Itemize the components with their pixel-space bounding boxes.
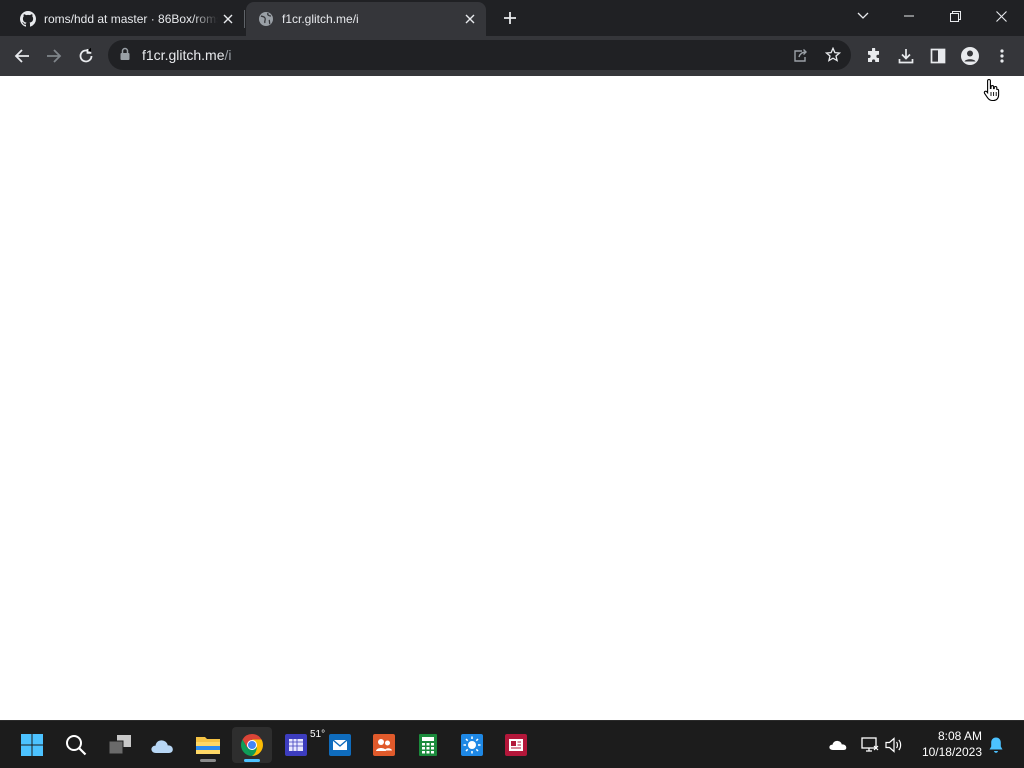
plus-icon bbox=[504, 12, 516, 24]
minimize-icon bbox=[904, 15, 914, 17]
people-button[interactable] bbox=[364, 727, 404, 763]
start-icon bbox=[21, 734, 43, 756]
page-content[interactable] bbox=[0, 76, 1024, 720]
close-window-button[interactable] bbox=[978, 0, 1024, 32]
avatar-icon bbox=[961, 47, 979, 65]
back-arrow-icon bbox=[14, 49, 29, 63]
tab-title: roms/hdd at master · 86Box/roms bbox=[44, 12, 218, 26]
share-button[interactable] bbox=[789, 44, 813, 66]
tab-github[interactable]: roms/hdd at master · 86Box/roms bbox=[8, 2, 244, 36]
taskbar-clock[interactable]: 8:08 AM 10/18/2023 bbox=[910, 728, 982, 760]
chrome-button[interactable] bbox=[232, 727, 272, 763]
task-view-button[interactable] bbox=[100, 727, 140, 763]
tab-search-button[interactable] bbox=[840, 0, 886, 32]
search-button[interactable] bbox=[56, 727, 96, 763]
clock-time: 8:08 AM bbox=[937, 729, 982, 743]
address-bar[interactable]: f1cr.glitch.me/i bbox=[108, 40, 851, 70]
url-host: f1cr.glitch.me bbox=[142, 47, 225, 63]
search-icon bbox=[66, 735, 87, 756]
url-path: /i bbox=[224, 47, 232, 63]
star-icon bbox=[825, 47, 841, 62]
reload-button[interactable] bbox=[70, 40, 102, 72]
news-button[interactable] bbox=[496, 727, 536, 763]
bookmark-button[interactable] bbox=[821, 44, 845, 66]
volume-icon[interactable] bbox=[882, 733, 906, 757]
forward-button[interactable] bbox=[38, 40, 70, 72]
calendar-app-icon bbox=[285, 734, 307, 756]
restore-button[interactable] bbox=[932, 0, 978, 32]
calendar-button[interactable] bbox=[276, 727, 316, 763]
side-panel-button[interactable] bbox=[922, 40, 954, 72]
tab-strip: roms/hdd at master · 86Box/roms f1cr.gli… bbox=[0, 0, 1024, 36]
kebab-menu-icon bbox=[1000, 49, 1004, 63]
people-icon bbox=[373, 734, 395, 756]
network-icon[interactable] bbox=[858, 733, 882, 757]
tab-separator bbox=[244, 10, 245, 28]
news-icon bbox=[505, 734, 527, 756]
weather-app-icon bbox=[461, 734, 483, 756]
extensions-button[interactable] bbox=[858, 40, 890, 72]
onedrive-icon[interactable] bbox=[826, 733, 850, 757]
chrome-icon bbox=[241, 734, 263, 756]
github-icon bbox=[20, 11, 36, 27]
weather-icon bbox=[151, 740, 173, 753]
mail-icon bbox=[329, 734, 351, 756]
running-indicator bbox=[200, 759, 216, 762]
profile-button[interactable] bbox=[954, 40, 986, 72]
menu-button[interactable] bbox=[986, 40, 1018, 72]
hand-cursor-icon bbox=[983, 78, 1001, 107]
close-icon bbox=[995, 10, 1007, 22]
calculator-icon bbox=[419, 734, 437, 756]
downloads-button[interactable] bbox=[890, 40, 922, 72]
calculator-button[interactable] bbox=[408, 727, 448, 763]
chevron-down-icon bbox=[857, 12, 869, 19]
task-view-icon bbox=[108, 735, 131, 755]
file-explorer-icon bbox=[196, 737, 220, 754]
close-tab-icon[interactable] bbox=[218, 9, 238, 29]
active-indicator bbox=[244, 759, 260, 762]
new-tab-button[interactable] bbox=[498, 6, 522, 30]
mail-button[interactable] bbox=[320, 727, 360, 763]
globe-icon bbox=[258, 11, 274, 27]
notification-bell-icon[interactable] bbox=[984, 733, 1008, 757]
url-text[interactable]: f1cr.glitch.me/i bbox=[142, 47, 231, 63]
reload-icon bbox=[79, 48, 93, 63]
weather-app-button[interactable] bbox=[452, 727, 492, 763]
forward-arrow-icon bbox=[47, 49, 62, 63]
share-icon bbox=[794, 49, 807, 62]
lock-icon[interactable] bbox=[120, 47, 132, 63]
close-tab-icon[interactable] bbox=[460, 9, 480, 29]
tab-glitch[interactable]: f1cr.glitch.me/i bbox=[246, 2, 486, 36]
download-icon bbox=[898, 49, 914, 64]
taskbar: 51° bbox=[0, 720, 1024, 768]
minimize-button[interactable] bbox=[886, 0, 932, 32]
restore-icon bbox=[949, 10, 961, 22]
clock-date: 10/18/2023 bbox=[921, 745, 982, 759]
tab-title: f1cr.glitch.me/i bbox=[282, 12, 359, 26]
file-explorer-button[interactable] bbox=[188, 727, 228, 763]
side-panel-icon bbox=[930, 48, 946, 64]
start-button[interactable] bbox=[12, 727, 52, 763]
back-button[interactable] bbox=[6, 40, 38, 72]
weather-widget[interactable]: 51° bbox=[144, 727, 325, 763]
puzzle-icon bbox=[868, 48, 879, 62]
